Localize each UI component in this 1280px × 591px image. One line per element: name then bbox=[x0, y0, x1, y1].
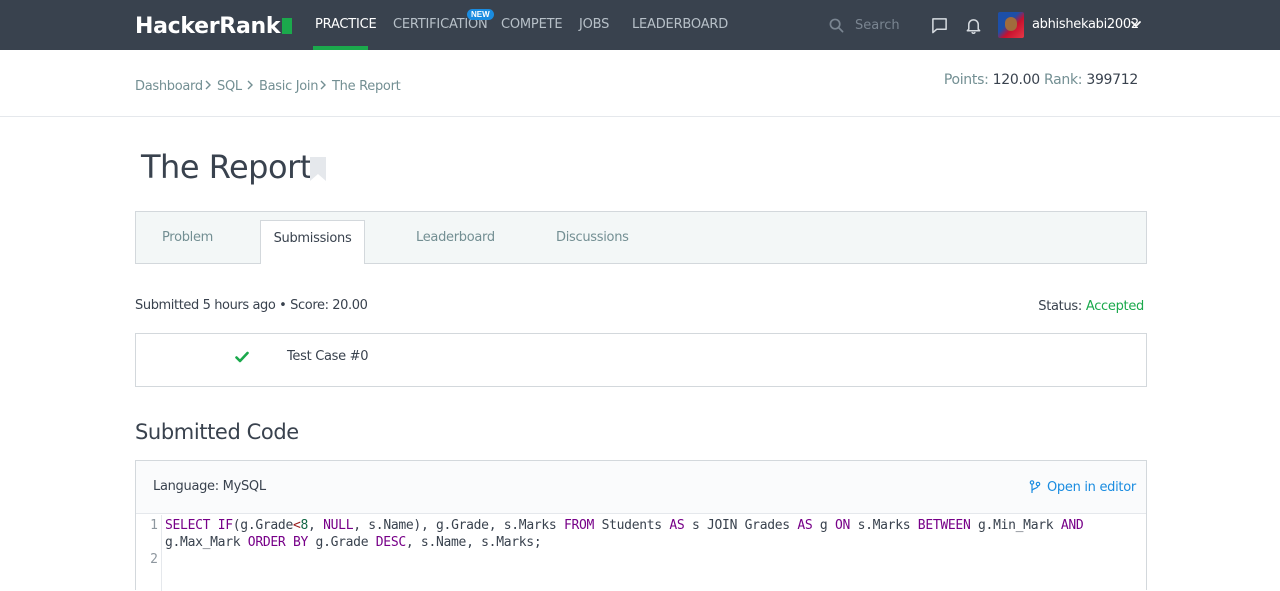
points-value: 120.00 bbox=[992, 72, 1040, 88]
chevron-right-icon bbox=[205, 80, 211, 90]
breadcrumb-basic-join[interactable]: Basic Join bbox=[259, 79, 319, 94]
status-value: Accepted bbox=[1085, 299, 1144, 314]
logo-block-icon bbox=[282, 18, 293, 34]
code-token: FROM bbox=[563, 518, 595, 533]
chevron-right-icon bbox=[247, 80, 253, 90]
avatar[interactable] bbox=[998, 12, 1024, 38]
code-token: g.Grade bbox=[308, 535, 376, 550]
new-badge: NEW bbox=[467, 9, 494, 20]
code-token: SELECT bbox=[165, 518, 211, 533]
code-token: (g.Grade bbox=[232, 518, 294, 533]
nav-practice[interactable]: PRACTICE bbox=[315, 17, 377, 32]
nav-compete[interactable]: COMPETE bbox=[501, 17, 563, 32]
submission-status: Status: Accepted bbox=[1038, 299, 1144, 314]
code-token: s.Marks bbox=[850, 518, 918, 533]
username[interactable]: abhishekabi2002 bbox=[1032, 17, 1139, 32]
status-label: Status: bbox=[1038, 299, 1082, 314]
tab-problem[interactable]: Problem bbox=[162, 212, 213, 263]
tab-leaderboard[interactable]: Leaderboard bbox=[416, 212, 495, 263]
breadcrumb-sql[interactable]: SQL bbox=[217, 79, 242, 94]
language-label: Language: MySQL bbox=[153, 479, 266, 494]
tab-submissions[interactable]: Submissions bbox=[260, 220, 365, 264]
line-gutter: 1 2 bbox=[136, 515, 162, 591]
bookmark-icon[interactable] bbox=[309, 156, 327, 182]
code-line-1: SELECT IF(g.Grade<8, NULL, s.Name), g.Gr… bbox=[165, 518, 1084, 533]
test-cases: Test Case #0 bbox=[135, 333, 1147, 387]
challenge-tabs: Problem Submissions Leaderboard Discussi… bbox=[135, 211, 1147, 264]
submitted-code-heading: Submitted Code bbox=[135, 420, 299, 444]
branch-icon[interactable] bbox=[1029, 480, 1041, 494]
rank-label: Rank: bbox=[1043, 72, 1083, 88]
nav-leaderboard[interactable]: LEADERBOARD bbox=[632, 17, 728, 32]
breadcrumb-current: The Report bbox=[332, 79, 401, 94]
code-token: ORDER BY bbox=[247, 535, 309, 550]
hackerrank-logo[interactable]: HackerRank bbox=[135, 14, 293, 39]
open-in-editor-link[interactable]: Open in editor bbox=[1047, 480, 1136, 495]
code-token: IF bbox=[217, 518, 233, 533]
code-token: DESC bbox=[375, 535, 406, 550]
breadcrumb-bar: Dashboard SQL Basic Join The Report Poin… bbox=[0, 50, 1280, 117]
code-token: s JOIN Grades bbox=[684, 518, 798, 533]
avatar-face bbox=[1005, 17, 1017, 31]
chat-icon[interactable] bbox=[931, 17, 948, 34]
search-icon bbox=[829, 18, 844, 33]
code-token: , s.Name, s.Marks; bbox=[405, 535, 542, 550]
line-number: 1 bbox=[150, 518, 158, 533]
code-token: , s.Name), g.Grade, s.Marks bbox=[353, 518, 564, 533]
nav-jobs[interactable]: JOBS bbox=[579, 17, 609, 32]
chevron-right-icon bbox=[320, 80, 326, 90]
code-line-1-wrap: g.Max_Mark ORDER BY g.Grade DESC, s.Name… bbox=[165, 535, 542, 550]
rank-value: 399712 bbox=[1086, 72, 1138, 88]
code-token: 8 bbox=[300, 518, 309, 533]
points-label: Points: bbox=[943, 72, 989, 88]
code-token: Students bbox=[594, 518, 670, 533]
breadcrumb-dashboard[interactable]: Dashboard bbox=[135, 79, 203, 94]
bell-icon[interactable] bbox=[965, 17, 982, 34]
line-number: 2 bbox=[150, 552, 158, 567]
top-nav: HackerRank PRACTICE CERTIFICATION NEW CO… bbox=[0, 0, 1280, 50]
submission-info: Submitted 5 hours ago • Score: 20.00 bbox=[135, 298, 368, 313]
code-token: AND bbox=[1060, 518, 1084, 533]
code-token: g.Min_Mark bbox=[970, 518, 1061, 533]
code-token: BETWEEN bbox=[917, 518, 971, 533]
code-editor[interactable]: 1 2 SELECT IF(g.Grade<8, NULL, s.Name), … bbox=[136, 515, 1146, 591]
code-token: , bbox=[308, 518, 324, 533]
test-case-label[interactable]: Test Case #0 bbox=[287, 349, 369, 364]
code-token: NULL bbox=[323, 518, 354, 533]
code-header: Language: MySQL Open in editor bbox=[136, 461, 1146, 514]
code-token: < bbox=[292, 518, 301, 533]
chevron-down-icon[interactable] bbox=[1130, 18, 1142, 30]
page-title: The Report bbox=[141, 148, 312, 186]
check-icon bbox=[235, 351, 249, 363]
code-token: AS bbox=[669, 518, 685, 533]
tab-discussions[interactable]: Discussions bbox=[556, 212, 629, 263]
search-input[interactable]: Search bbox=[855, 18, 900, 33]
code-token: g.Max_Mark bbox=[165, 535, 248, 550]
code-token: ON bbox=[834, 518, 851, 533]
code-token: g bbox=[812, 518, 835, 533]
code-token: AS bbox=[797, 518, 813, 533]
points-rank: Points: 120.00 Rank: 399712 bbox=[944, 72, 1138, 88]
